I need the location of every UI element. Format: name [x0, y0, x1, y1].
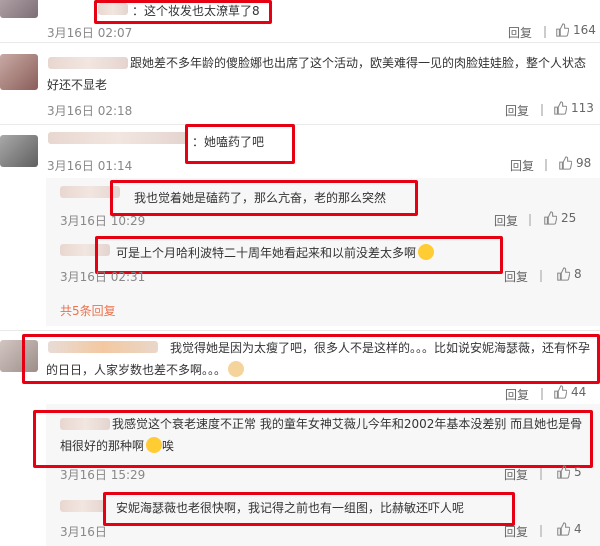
separator — [540, 270, 542, 282]
like-count: 44 — [571, 385, 587, 399]
dog-emoji-icon — [228, 361, 245, 377]
reply-button[interactable]: 回复 — [510, 157, 534, 174]
like-button[interactable]: 113 — [553, 101, 594, 115]
comment-time: 3月16日 02:07 — [47, 26, 133, 40]
thumbs-up-icon — [559, 156, 572, 170]
reply-button[interactable]: 回复 — [505, 102, 529, 119]
comment-text: ：她嗑药了吧 — [192, 135, 265, 149]
avatar[interactable] — [0, 0, 38, 18]
separator — [541, 388, 543, 400]
separator — [544, 26, 546, 38]
like-button[interactable]: 25 — [543, 211, 576, 225]
avatar[interactable] — [0, 135, 38, 167]
like-button[interactable]: 98 — [558, 156, 591, 170]
separator — [545, 159, 547, 171]
comment-time: 3月16日 10:29 — [60, 214, 146, 228]
separator — [540, 525, 542, 537]
comment-text: 我觉得她是因为太瘦了吧，很多人不是这样的。。。比如说安妮海瑟薇，还有怀孕的日日，… — [46, 337, 591, 381]
comment-text: ：这个妆发也太潦草了8 — [132, 4, 260, 18]
like-count: 8 — [574, 267, 582, 281]
username[interactable] — [60, 500, 105, 512]
divider — [0, 42, 600, 43]
like-button[interactable]: 8 — [556, 267, 582, 281]
divider — [0, 330, 600, 331]
like-button[interactable]: 164 — [555, 23, 596, 37]
thumbs-up-icon — [557, 465, 570, 479]
laughing-emoji-icon — [418, 244, 435, 260]
like-button[interactable]: 5 — [556, 465, 582, 479]
reply-button[interactable]: 回复 — [505, 386, 529, 403]
reply-button[interactable]: 回复 — [508, 24, 532, 41]
like-count: 4 — [574, 522, 582, 536]
thumbs-up-icon — [544, 211, 557, 225]
comment-text-body: 可是上个月哈利波特二十周年她看起来和以前没差太多啊 — [116, 246, 417, 260]
thumbs-up-icon — [557, 522, 570, 536]
separator — [540, 468, 542, 480]
reply-button[interactable]: 回复 — [504, 268, 528, 285]
separator — [529, 214, 531, 226]
like-count: 98 — [576, 156, 592, 170]
divider — [0, 124, 600, 125]
thumbs-up-icon — [556, 23, 569, 37]
crying-emoji-icon — [146, 437, 163, 453]
thumbs-up-icon — [557, 267, 570, 281]
separator — [541, 104, 543, 116]
comment-time: 3月16日 15:29 — [60, 468, 146, 482]
comment-text: 跟她差不多年龄的傻脸娜也出席了这个活动，欧美难得一见的肉脸娃娃脸，整个人状态好还… — [47, 56, 587, 92]
thumbs-up-icon — [554, 385, 567, 399]
username[interactable] — [48, 132, 188, 144]
like-count: 164 — [573, 23, 596, 37]
like-button[interactable]: 4 — [556, 522, 582, 536]
comment-text: 安妮海瑟薇也老很快啊，我记得之前也有一组图，比赫敏还吓人呢 — [116, 501, 465, 515]
reply-button[interactable]: 回复 — [504, 523, 528, 540]
more-replies-link[interactable]: 共5条回复 — [60, 302, 116, 319]
comment-time: 3月16日 01:14 — [47, 159, 133, 173]
comment-text-body: 我觉得她是因为太瘦了吧，很多人不是这样的。。。比如说安妮海瑟薇，还有怀孕的日日，… — [46, 341, 591, 377]
like-count: 113 — [571, 101, 594, 115]
reply-button[interactable]: 回复 — [504, 466, 528, 483]
reply-button[interactable]: 回复 — [494, 212, 518, 229]
comment-text: 我也觉着她是磕药了，那么亢奋，老的那么突然 — [134, 191, 387, 205]
comment-time: 3月16日 02:18 — [47, 104, 133, 118]
comment-time: 3月16日 02:31 — [60, 270, 146, 284]
avatar[interactable] — [0, 54, 38, 90]
like-button[interactable]: 44 — [553, 385, 586, 399]
thumbs-up-icon — [554, 101, 567, 115]
comment-text-body: 我感觉这个衰老速度不正常 我的童年女神艾薇儿今年和2002年基本没差别 而且她也… — [60, 417, 583, 453]
like-count: 5 — [574, 465, 582, 479]
like-count: 25 — [561, 211, 577, 225]
comment-text-suffix: 唉 — [162, 439, 175, 453]
comment-text: 可是上个月哈利波特二十周年她看起来和以前没差太多啊 — [116, 242, 435, 264]
comment-text: 我感觉这个衰老速度不正常 我的童年女神艾薇儿今年和2002年基本没差别 而且她也… — [60, 413, 585, 457]
comment-time: 3月16日 — [60, 525, 107, 539]
